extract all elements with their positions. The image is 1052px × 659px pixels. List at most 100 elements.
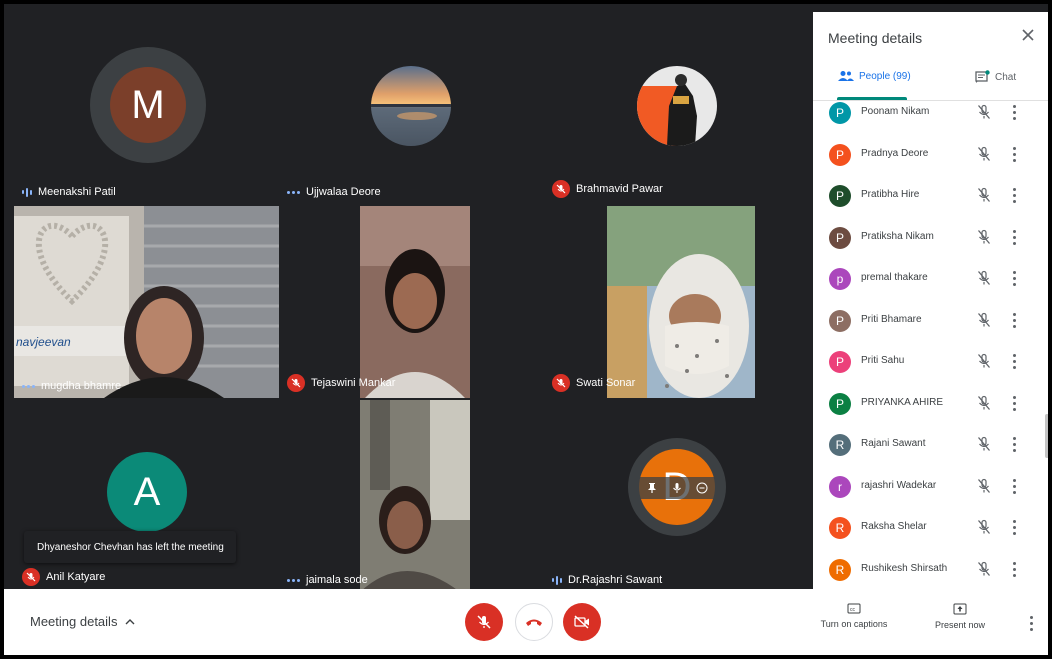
person-avatar: P: [829, 351, 851, 373]
avatar: A: [107, 452, 187, 532]
scrollbar[interactable]: [1045, 414, 1048, 458]
more-options-icon[interactable]: [1013, 312, 1017, 329]
people-list-item[interactable]: R Rajani Sawant: [813, 425, 1048, 466]
people-list-item[interactable]: P Priti Sahu: [813, 342, 1048, 383]
person-avatar: p: [829, 268, 851, 290]
participant-name: jaimala sode: [306, 574, 368, 586]
person-name: rajashri Wadekar: [861, 479, 937, 491]
people-list-item[interactable]: p premal thakare: [813, 259, 1048, 300]
participant-name: Swati Sonar: [576, 377, 636, 389]
people-list-item[interactable]: R Raksha Shelar: [813, 508, 1048, 549]
mic-off-icon: [977, 229, 991, 250]
person-avatar: R: [829, 558, 851, 581]
more-options-icon[interactable]: [1013, 146, 1017, 163]
person-name: Priti Sahu: [861, 355, 905, 366]
person-avatar: P: [829, 102, 851, 124]
participant-left-toast: Dhyaneshor Chevhan has left the meeting: [24, 531, 236, 563]
sunset-profile-image: [371, 66, 451, 146]
more-options-icon[interactable]: [1013, 478, 1017, 495]
people-list-item[interactable]: r rajashri Wadekar: [813, 467, 1048, 508]
people-list-item[interactable]: R Rushikesh Shirsath: [813, 550, 1048, 591]
video-feed: [607, 206, 755, 398]
people-list-item[interactable]: P PRIYANKA AHIRE: [813, 384, 1048, 425]
more-options-icon[interactable]: [1013, 520, 1017, 536]
person-name: Poonam Nikam: [861, 106, 930, 117]
people-list: P Poonam Nikam P Pradnya Deore P Pratibha Hir…: [813, 100, 1048, 592]
more-options-icon[interactable]: [1013, 354, 1017, 370]
participant-tile[interactable]: Swati Sonar: [544, 206, 810, 398]
tab-chat[interactable]: Chat: [975, 70, 1016, 84]
more-options-icon[interactable]: [1013, 437, 1017, 453]
more-options-icon[interactable]: [1013, 229, 1017, 246]
mic-off-icon: [977, 519, 991, 540]
participant-name: Tejaswini Mankar: [311, 377, 396, 389]
more-options-icon[interactable]: [1013, 395, 1017, 412]
captions-label: Turn on captions: [820, 619, 888, 629]
mic-off-icon: [22, 568, 40, 586]
speaking-indicator-icon: [552, 575, 562, 585]
person-name: Rushikesh Shirsath: [861, 562, 948, 574]
more-options-icon[interactable]: [1013, 271, 1017, 287]
participant-tile[interactable]: A Anil Katyare: [14, 400, 279, 592]
person-avatar: r: [829, 475, 851, 498]
pin-icon[interactable]: [646, 482, 658, 494]
more-options-icon[interactable]: [1013, 188, 1017, 204]
person-name: PRIYANKA AHIRE: [861, 396, 944, 408]
svg-text:navjeevan: navjeevan: [16, 335, 71, 349]
person-name: premal thakare: [861, 272, 928, 283]
more-options-icon[interactable]: [1013, 105, 1017, 121]
participant-tile[interactable]: M Meenakshi Patil: [14, 12, 279, 204]
mic-off-icon: [552, 180, 570, 198]
leave-call-button[interactable]: [515, 603, 553, 641]
people-list-item[interactable]: P Pratibha Hire: [813, 176, 1048, 217]
remove-icon[interactable]: [696, 482, 708, 494]
people-list-item[interactable]: P Pratiksha Nikam: [813, 218, 1048, 259]
participant-name-row: Dr.Rajashri Sawant: [552, 574, 662, 586]
participant-name: mugdha bhamre: [41, 380, 122, 392]
close-icon[interactable]: [1019, 26, 1037, 44]
more-options-icon[interactable]: [1013, 561, 1017, 578]
participant-tile[interactable]: D Dr.Rajashri Sawant: [544, 400, 810, 592]
people-icon: [838, 71, 854, 81]
people-list-item[interactable]: P Poonam Nikam: [813, 100, 1048, 134]
mic-off-icon: [977, 146, 991, 167]
participant-name: Meenakshi Patil: [38, 186, 116, 198]
participant-tile[interactable]: navjeevan mugdha bhamre: [14, 206, 279, 398]
mic-off-icon: [977, 561, 991, 582]
more-dots-icon: [287, 190, 300, 194]
people-list-item[interactable]: P Priti Bhamare: [813, 301, 1048, 342]
participant-name-row: jaimala sode: [287, 574, 368, 586]
panel-tabs: People (99) Chat: [813, 64, 1048, 101]
person-name: Pradnya Deore: [861, 147, 929, 159]
captions-button[interactable]: cc Turn on captions: [819, 603, 889, 629]
participant-name: Ujjwalaa Deore: [306, 186, 381, 198]
person-avatar: P: [829, 185, 851, 207]
meeting-details-button[interactable]: Meeting details: [30, 614, 135, 629]
participant-tile[interactable]: jaimala sode: [279, 400, 544, 592]
people-list-item[interactable]: P Pradnya Deore: [813, 135, 1048, 176]
mic-off-icon: [977, 187, 991, 208]
tab-people[interactable]: People (99): [838, 70, 911, 82]
participant-tile[interactable]: Ujjwalaa Deore: [279, 12, 544, 204]
mic-off-icon: [477, 615, 491, 629]
mic-icon[interactable]: [671, 482, 683, 494]
participant-name-row: Brahmavid Pawar: [552, 180, 663, 198]
camera-off-icon: [574, 615, 589, 629]
participant-tile[interactable]: Tejaswini Mankar: [279, 206, 544, 398]
camera-toggle-button[interactable]: [563, 603, 601, 641]
more-dots-icon: [287, 578, 300, 582]
participant-name-row: Swati Sonar: [552, 374, 635, 392]
chat-icon: [975, 70, 990, 83]
participant-tile[interactable]: Brahmavid Pawar: [544, 12, 810, 204]
meeting-details-label: Meeting details: [30, 614, 118, 629]
participant-name: Anil Katyare: [46, 571, 106, 583]
present-now-button[interactable]: Present now: [930, 603, 990, 630]
participant-name-row: Ujjwalaa Deore: [287, 186, 381, 198]
tile-hover-controls: [639, 477, 715, 499]
more-options-icon[interactable]: [1030, 616, 1034, 632]
mic-off-icon: [977, 353, 991, 374]
person-name: Priti Bhamare: [861, 313, 922, 325]
mic-toggle-button[interactable]: [465, 603, 503, 641]
person-avatar: P: [829, 226, 851, 249]
bottom-control-bar: Meeting details cc Turn on captions Pres…: [4, 589, 1048, 655]
